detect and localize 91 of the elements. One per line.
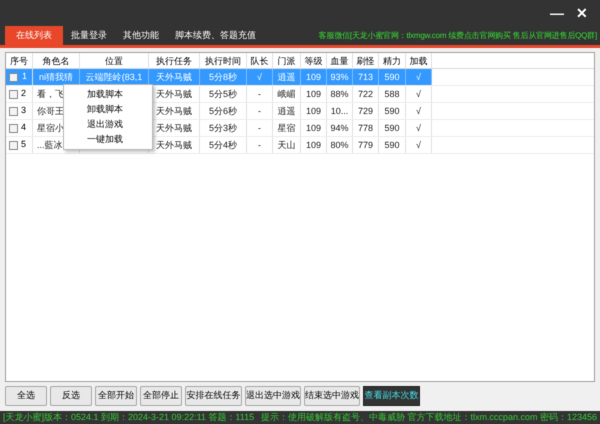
table-cell: √ bbox=[257, 72, 262, 82]
table-cell: 天外马贼 bbox=[156, 89, 192, 99]
table-cell: 峨嵋 bbox=[278, 89, 296, 99]
table-cell: 天山 bbox=[278, 140, 296, 150]
column-header[interactable]: 加载 bbox=[406, 53, 432, 68]
table-cell: 109 bbox=[306, 72, 322, 82]
column-header[interactable]: 执行任务 bbox=[149, 53, 200, 68]
table-cell: 88% bbox=[330, 89, 348, 99]
table-cell: 590 bbox=[384, 106, 400, 116]
table-cell: 722 bbox=[358, 89, 374, 99]
column-header[interactable]: 等级 bbox=[301, 53, 327, 68]
table-cell: 588 bbox=[384, 89, 400, 99]
table-cell: 93% bbox=[330, 72, 348, 82]
table-cell: 590 bbox=[384, 72, 400, 82]
column-header[interactable]: 角色名 bbox=[33, 53, 80, 68]
action-button[interactable]: 退出选中游戏 bbox=[245, 386, 301, 406]
tab[interactable]: 脚本续费、答题充值 bbox=[167, 26, 264, 45]
table-cell: 星宿 bbox=[278, 123, 296, 133]
table-cell: √ bbox=[416, 106, 421, 116]
table-cell: 5分8秒 bbox=[208, 72, 237, 82]
menu-item[interactable]: 退出游戏 bbox=[64, 117, 152, 132]
tab[interactable]: 在线列表 bbox=[5, 26, 63, 45]
status-text: [天龙小蜜]版本：0524.1 到期：2024-3-21 09:22:11 答题：1115 bbox=[3, 411, 254, 424]
column-header[interactable]: 序号 bbox=[6, 53, 33, 68]
table-cell: 729 bbox=[358, 106, 374, 116]
column-header[interactable]: 刷怪 bbox=[353, 53, 379, 68]
checkbox[interactable] bbox=[9, 124, 18, 132]
close-button[interactable]: ✕ bbox=[576, 6, 588, 20]
table-cell: - bbox=[258, 106, 261, 116]
table-cell: 天外马贼 bbox=[156, 72, 192, 82]
table-cell: 5分5秒 bbox=[208, 89, 237, 99]
table-cell: √ bbox=[416, 72, 421, 82]
table-cell: - bbox=[258, 140, 261, 150]
table-cell: - bbox=[258, 123, 261, 133]
column-header[interactable]: 执行时间 bbox=[200, 53, 247, 68]
checkbox[interactable] bbox=[9, 106, 18, 116]
table-cell: 94% bbox=[330, 123, 348, 133]
table-cell: 5分3秒 bbox=[208, 123, 237, 133]
table-cell: 109 bbox=[306, 140, 322, 150]
table-cell: 天外马贼 bbox=[156, 106, 192, 116]
table-cell: 590 bbox=[384, 123, 400, 133]
table-cell: 590 bbox=[384, 140, 400, 150]
action-button[interactable]: 反选 bbox=[50, 386, 92, 406]
checkbox[interactable] bbox=[9, 72, 18, 82]
status-text: 提示：使用破解版有盗号、中毒威胁 官方下载地址：tlxm.cccpan.com 密码：123456 bbox=[260, 411, 597, 424]
table-cell: 5分4秒 bbox=[208, 140, 237, 150]
table-cell: 逍遥 bbox=[278, 72, 296, 82]
minimize-button[interactable]: — bbox=[550, 6, 564, 20]
table-cell: 你哥王 bbox=[37, 106, 64, 116]
column-header[interactable]: 门派 bbox=[273, 53, 301, 68]
column-header[interactable]: 精力 bbox=[379, 53, 406, 68]
action-button[interactable]: 结束选中游戏 bbox=[304, 386, 360, 406]
table-cell-text: 5 bbox=[21, 138, 26, 152]
action-button[interactable]: 查看副本次数 bbox=[363, 386, 420, 406]
table-cell: 天外马贼 bbox=[156, 140, 192, 150]
table-cell: 云端陛岭(83,1 bbox=[86, 72, 142, 82]
table-cell: √ bbox=[416, 140, 421, 150]
table-cell: 779 bbox=[358, 140, 374, 150]
table-cell: 778 bbox=[358, 123, 374, 133]
action-button[interactable]: 全选 bbox=[5, 386, 47, 406]
table-cell: 80% bbox=[330, 140, 348, 150]
menu-item[interactable]: 卸载脚本 bbox=[64, 102, 152, 117]
table-cell: √ bbox=[416, 89, 421, 99]
action-button[interactable]: 安排在线任务 bbox=[185, 386, 242, 406]
table-cell: 109 bbox=[306, 106, 322, 116]
table-cell: 逍遥 bbox=[278, 106, 296, 116]
table-cell: √ bbox=[416, 123, 421, 133]
table-cell-text: 2 bbox=[21, 87, 26, 100]
table-cell: 10... bbox=[330, 106, 348, 116]
column-header[interactable]: 队长 bbox=[247, 53, 273, 68]
checkbox[interactable] bbox=[9, 90, 18, 98]
checkbox[interactable] bbox=[9, 140, 18, 150]
table-cell: 5分6秒 bbox=[208, 106, 237, 116]
column-header[interactable]: 位置 bbox=[80, 53, 149, 68]
table-cell: ...藍冰 bbox=[37, 140, 63, 150]
column-header[interactable]: 血量 bbox=[327, 53, 353, 68]
table-cell: - bbox=[258, 89, 261, 99]
notice-text: 客服微信[天龙小蜜官网：tlxmgw.com 续费点击官网购买 售后从官网进售后QQ群] bbox=[318, 30, 598, 42]
table-cell: 713 bbox=[358, 72, 374, 82]
table-cell: 天外马贼 bbox=[156, 123, 192, 133]
table-cell-text: 3 bbox=[21, 104, 26, 118]
tab[interactable]: 其他功能 bbox=[115, 26, 167, 45]
action-button[interactable]: 全部停止 bbox=[140, 386, 182, 406]
menu-item[interactable]: 加载脚本 bbox=[64, 87, 152, 102]
action-button[interactable]: 全部开始 bbox=[95, 386, 137, 406]
table-cell: ni猜我猜 bbox=[38, 72, 73, 82]
menu-item[interactable]: 一键加载 bbox=[64, 132, 152, 147]
table-cell: 109 bbox=[306, 89, 322, 99]
table-cell-text: 4 bbox=[21, 121, 26, 134]
tab[interactable]: 批量登录 bbox=[63, 26, 115, 45]
table-cell: 109 bbox=[306, 123, 322, 133]
